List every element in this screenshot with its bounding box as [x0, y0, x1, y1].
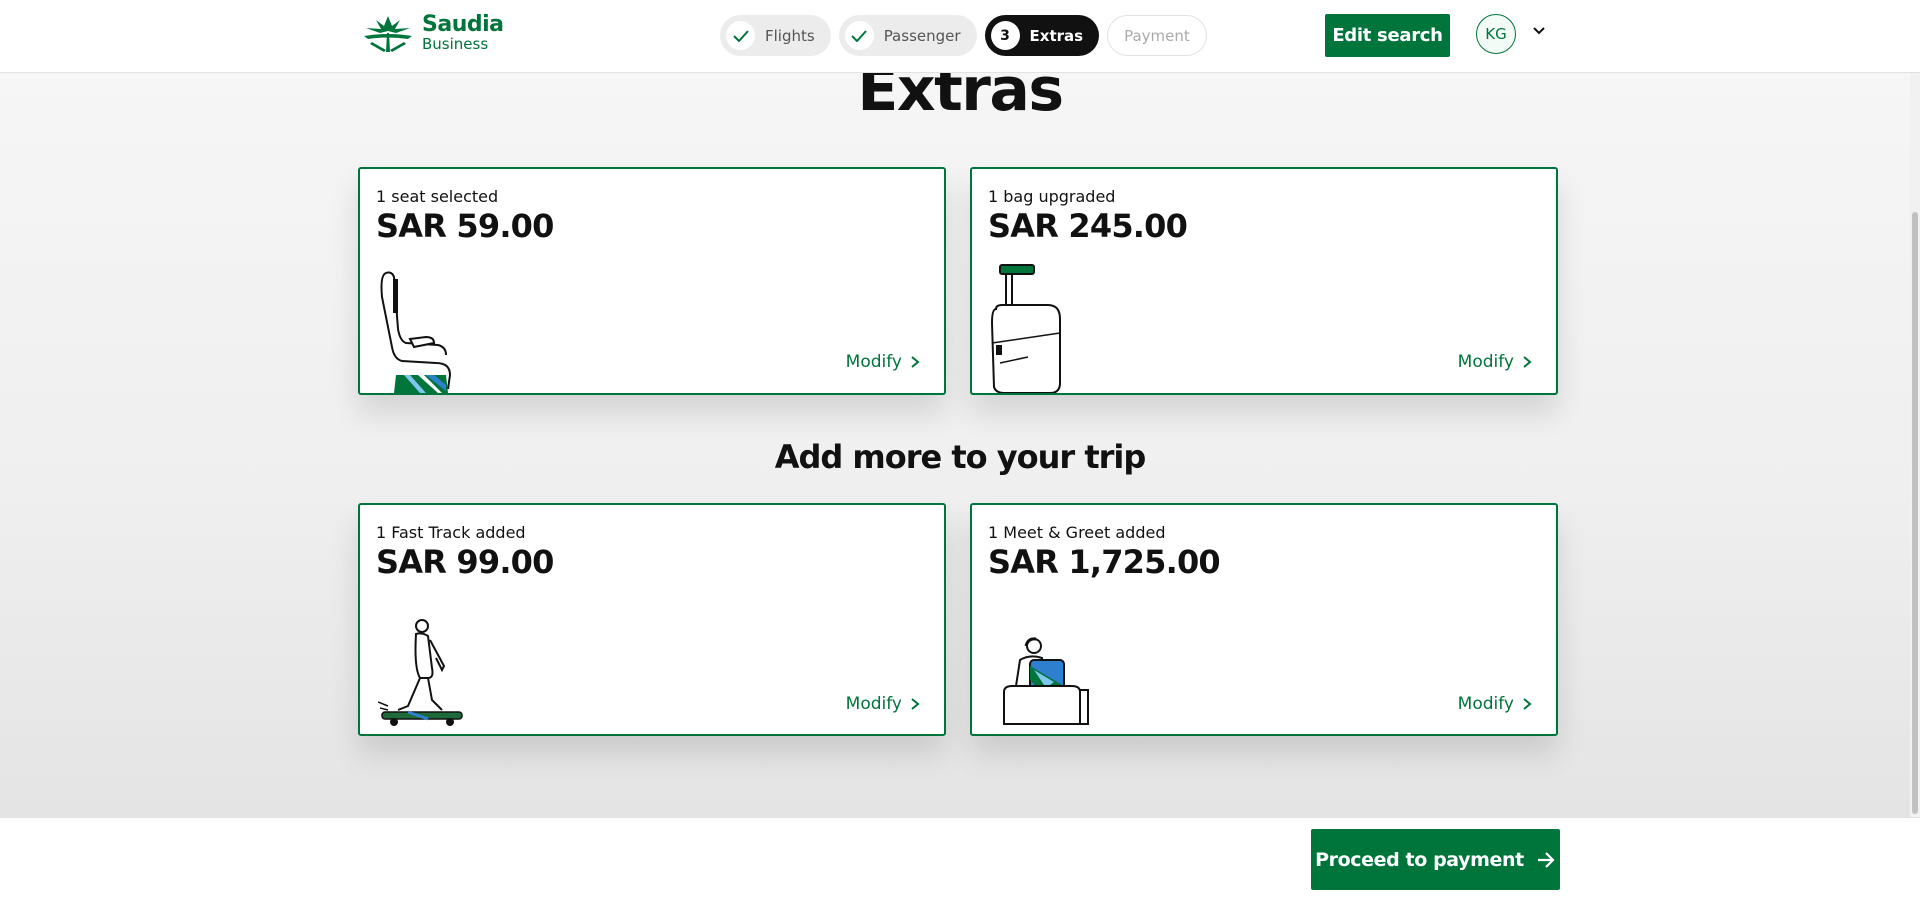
- card-price: SAR 245.00: [988, 207, 1188, 245]
- chevron-down-icon[interactable]: [1532, 26, 1546, 36]
- proceed-label: Proceed to payment: [1315, 848, 1524, 871]
- luggage-illustration-icon: [990, 264, 1061, 393]
- modify-fast-track-link[interactable]: Modify: [846, 694, 920, 714]
- avatar[interactable]: KG: [1476, 14, 1516, 54]
- check-icon: [844, 21, 874, 50]
- section-title: Add more to your trip: [774, 438, 1147, 476]
- fast-track-card: 1 Fast Track added SAR 99.00 Modify: [358, 503, 946, 736]
- step-payment: Payment: [1107, 15, 1207, 56]
- saudia-logo[interactable]: Saudia Business: [358, 12, 504, 54]
- modify-label: Modify: [845, 352, 902, 372]
- check-icon: [726, 21, 755, 50]
- modify-baggage-link[interactable]: Modify: [1458, 352, 1532, 372]
- modify-seat-link[interactable]: Modify: [846, 352, 920, 372]
- footer-bar: Proceed to payment: [0, 817, 1920, 901]
- chevron-right-icon: [1523, 698, 1532, 710]
- step-flights[interactable]: Flights: [720, 15, 831, 56]
- step-number: 3: [990, 21, 1020, 50]
- fast-track-illustration-icon: [378, 619, 463, 726]
- card-label: 1 Meet & Greet added: [988, 523, 1166, 542]
- card-price: SAR 59.00: [376, 207, 554, 245]
- baggage-extra-card: 1 bag upgraded SAR 245.00 Modify: [970, 167, 1558, 395]
- brand-sub: Business: [422, 35, 489, 53]
- step-extras[interactable]: 3 Extras: [984, 15, 1100, 56]
- proceed-to-payment-button[interactable]: Proceed to payment: [1311, 829, 1560, 890]
- edit-search-button[interactable]: Edit search: [1325, 14, 1450, 57]
- meet-greet-illustration-icon: [1003, 637, 1089, 725]
- step-label: Passenger: [883, 26, 961, 45]
- chevron-right-icon: [1523, 356, 1532, 368]
- card-label: 1 Fast Track added: [376, 523, 526, 542]
- step-label: Payment: [1124, 26, 1190, 45]
- palm-swords-logo-icon: [364, 16, 412, 52]
- card-label: 1 bag upgraded: [988, 187, 1116, 206]
- meet-greet-card: 1 Meet & Greet added SAR 1,725.00 Modify: [970, 503, 1558, 736]
- seat-illustration-icon: [380, 271, 452, 393]
- modify-meet-greet-link[interactable]: Modify: [1458, 694, 1532, 714]
- card-price: SAR 1,725.00: [988, 543, 1221, 581]
- step-label: Flights: [765, 26, 815, 45]
- header: Saudia Business Flights Passenger 3 Extr…: [0, 0, 1920, 73]
- scrollbar-thumb[interactable]: [1912, 212, 1918, 814]
- chevron-right-icon: [911, 356, 920, 368]
- modify-label: Modify: [1457, 694, 1514, 714]
- step-passenger[interactable]: Passenger: [838, 15, 977, 56]
- modify-label: Modify: [1457, 352, 1514, 372]
- brand-name: Saudia: [422, 12, 504, 37]
- card-price: SAR 99.00: [376, 543, 554, 581]
- booking-progress-steps: Flights Passenger 3 Extras Payment: [720, 15, 1207, 56]
- chevron-right-icon: [911, 698, 920, 710]
- seat-extra-card: 1 seat selected SAR 59.00 Modify: [358, 167, 946, 395]
- arrow-right-icon: [1537, 851, 1555, 868]
- card-label: 1 seat selected: [376, 187, 499, 206]
- modify-label: Modify: [845, 694, 902, 714]
- step-label: Extras: [1029, 26, 1084, 45]
